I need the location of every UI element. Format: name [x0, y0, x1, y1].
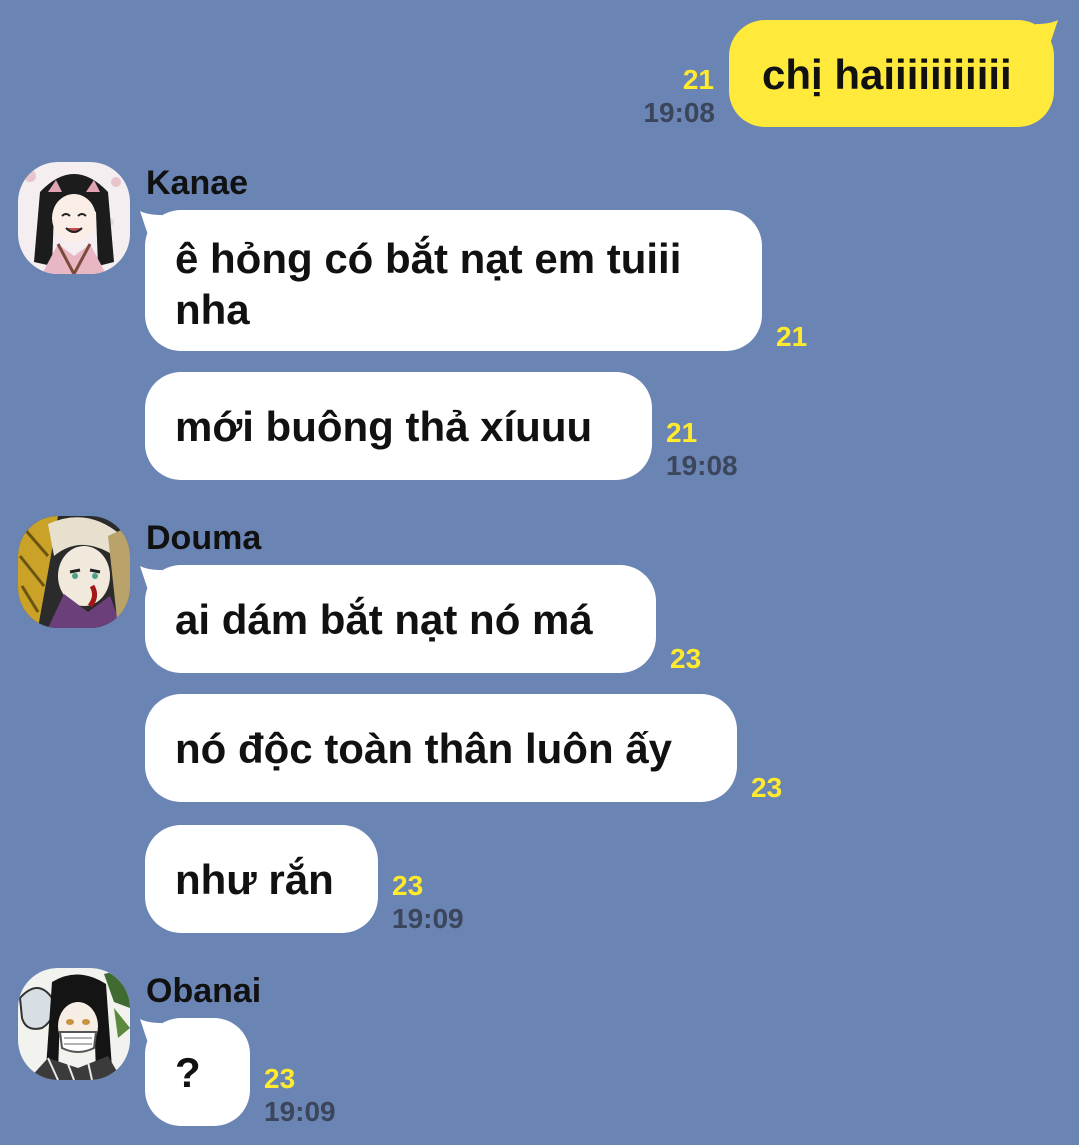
incoming-message-bubble[interactable]: như rắn	[145, 825, 378, 933]
sender-name: Obanai	[146, 972, 262, 1010]
message-time: 19:08	[643, 97, 715, 128]
outgoing-message-bubble[interactable]: chị haiiiiiiiiiii	[729, 20, 1054, 127]
avatar[interactable]	[18, 968, 130, 1080]
read-count: 21	[682, 64, 714, 95]
read-count: 23	[392, 870, 424, 901]
read-count: 23	[264, 1063, 296, 1094]
avatar[interactable]	[18, 516, 130, 628]
douma-avatar-icon	[18, 516, 130, 628]
incoming-message-bubble[interactable]: ê hỏng có bắt nạt em tuiii nha	[145, 210, 762, 351]
avatar[interactable]	[18, 162, 130, 274]
incoming-message-bubble[interactable]: ?	[145, 1018, 250, 1126]
read-count: 23	[751, 772, 783, 803]
message-time: 19:09	[392, 903, 464, 934]
obanai-avatar-icon	[18, 968, 130, 1080]
sender-name: Douma	[146, 519, 262, 557]
read-count: 21	[776, 321, 808, 352]
read-count: 21	[666, 417, 698, 448]
sender-name: Kanae	[146, 164, 249, 202]
read-count: 23	[670, 643, 702, 674]
incoming-message-bubble[interactable]: mới buông thả xíuuu	[145, 372, 652, 480]
message-time: 19:09	[264, 1096, 336, 1127]
kanae-avatar-icon	[18, 162, 130, 274]
incoming-message-bubble[interactable]: ai dám bắt nạt nó má	[145, 565, 656, 673]
message-time: 19:08	[666, 450, 738, 481]
incoming-message-bubble[interactable]: nó độc toàn thân luôn ấy	[145, 694, 737, 802]
